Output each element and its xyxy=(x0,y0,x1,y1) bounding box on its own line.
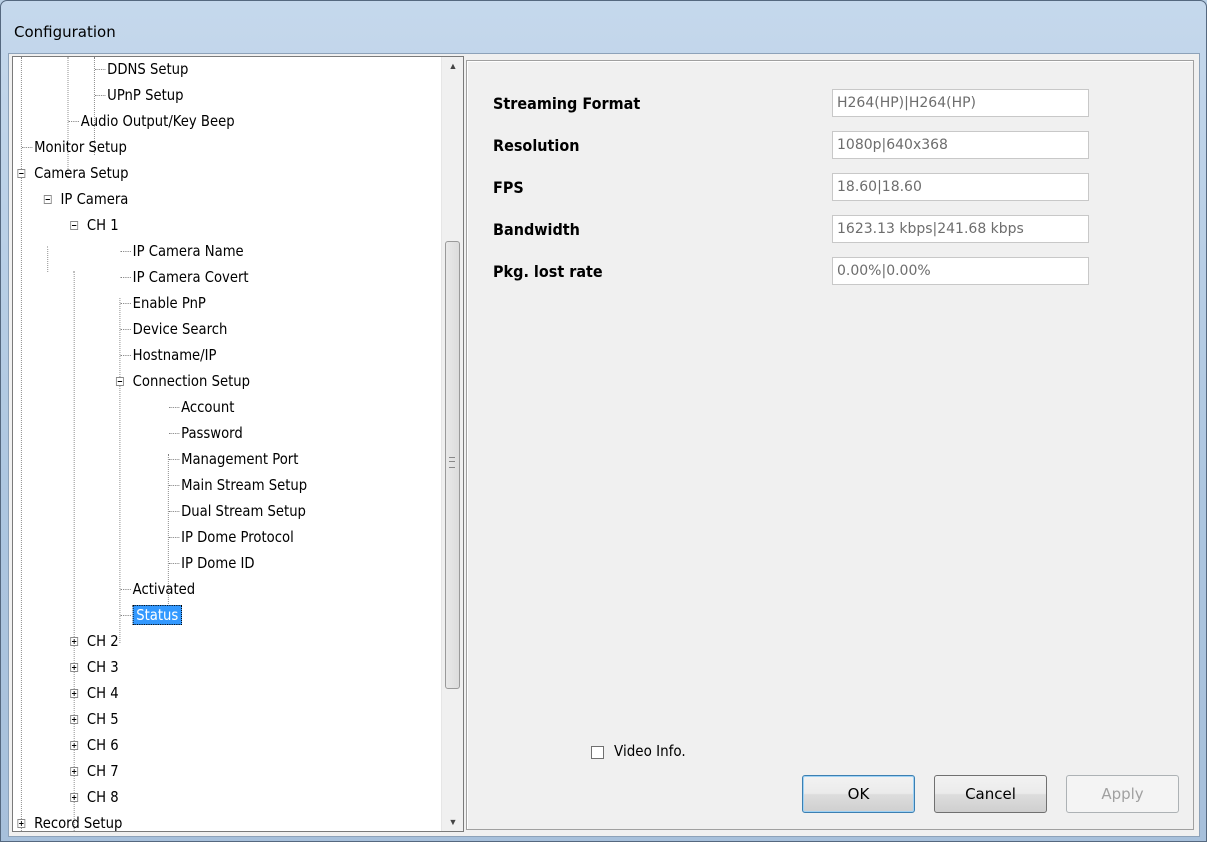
streaming-format-label: Streaming Format xyxy=(493,94,641,113)
fps-value: 18.60|18.60 xyxy=(832,173,1089,201)
bandwidth-label: Bandwidth xyxy=(493,220,580,239)
tree-line xyxy=(94,95,106,96)
tree-line xyxy=(168,537,180,538)
tree-line xyxy=(120,355,131,356)
window-title: Configuration xyxy=(14,23,116,41)
tree-item-ch4[interactable]: CH 4 xyxy=(87,681,119,705)
streaming-format-value: H264(HP)|H264(HP) xyxy=(832,89,1089,117)
tree-item-enable-pnp[interactable]: Enable PnP xyxy=(133,291,206,315)
tree-item-audio-output[interactable]: Audio Output/Key Beep xyxy=(81,109,235,133)
tree-line xyxy=(119,298,121,643)
tree-item-dual-stream-setup[interactable]: Dual Stream Setup xyxy=(181,499,306,523)
collapse-icon[interactable] xyxy=(17,169,26,178)
tree-line xyxy=(168,433,180,434)
tree-item-management-port[interactable]: Management Port xyxy=(181,447,298,471)
dialog-client-area: DDNS Setup UPnP Setup Audio Output/Key B… xyxy=(8,53,1200,837)
status-panel: Streaming Format H264(HP)|H264(HP) Resol… xyxy=(466,60,1194,830)
tree-item-status[interactable]: Status xyxy=(132,603,182,627)
tree-line xyxy=(21,147,33,148)
scrollbar-grip-icon xyxy=(449,457,455,468)
tree-line xyxy=(120,615,131,616)
tree-item-ip-camera-name[interactable]: IP Camera Name xyxy=(133,239,244,263)
tree-item-ch6[interactable]: CH 6 xyxy=(87,733,119,757)
tree-item-ddns-setup[interactable]: DDNS Setup xyxy=(107,57,188,81)
tree-item-camera-setup[interactable]: Camera Setup xyxy=(34,161,128,185)
tree-item-ip-camera-covert[interactable]: IP Camera Covert xyxy=(133,265,249,289)
expand-icon[interactable] xyxy=(70,741,79,750)
tree-item-ip-dome-id[interactable]: IP Dome ID xyxy=(181,551,255,575)
tree-item-hostname-ip[interactable]: Hostname/IP xyxy=(133,343,217,367)
tree-line xyxy=(67,57,69,177)
resolution-label: Resolution xyxy=(493,136,580,155)
tree-line xyxy=(168,407,180,408)
resolution-value: 1080p|640x368 xyxy=(832,131,1089,159)
collapse-icon[interactable] xyxy=(43,195,52,204)
fps-label: FPS xyxy=(493,178,524,197)
collapse-icon[interactable] xyxy=(70,221,79,230)
tree-item-account[interactable]: Account xyxy=(181,395,234,419)
expand-icon[interactable] xyxy=(17,819,26,828)
tree-line xyxy=(120,589,131,590)
ok-button[interactable]: OK xyxy=(802,775,915,813)
tree-item-upnp-setup[interactable]: UPnP Setup xyxy=(107,83,183,107)
expand-icon[interactable] xyxy=(70,793,79,802)
tree-line xyxy=(94,69,106,70)
tree-item-connection-setup[interactable]: Connection Setup xyxy=(133,369,250,393)
tree-item-ip-dome-protocol[interactable]: IP Dome Protocol xyxy=(181,525,294,549)
tree-content: DDNS Setup UPnP Setup Audio Output/Key B… xyxy=(13,57,391,831)
tree-item-activated[interactable]: Activated xyxy=(133,577,195,601)
settings-tree[interactable]: DDNS Setup UPnP Setup Audio Output/Key B… xyxy=(12,56,464,832)
tree-line xyxy=(168,485,180,486)
tree-line xyxy=(168,511,180,512)
tree-line xyxy=(47,246,49,272)
tree-line xyxy=(168,459,180,460)
configuration-window: Configuration DDNS Setup UPnP Setup Audi… xyxy=(0,0,1207,842)
tree-item-device-search[interactable]: Device Search xyxy=(133,317,228,341)
expand-icon[interactable] xyxy=(70,663,79,672)
tree-item-ip-camera[interactable]: IP Camera xyxy=(61,187,129,211)
collapse-icon[interactable] xyxy=(115,377,124,386)
expand-icon[interactable] xyxy=(70,767,79,776)
tree-line xyxy=(120,303,131,304)
pkg-lost-rate-label: Pkg. lost rate xyxy=(493,262,603,281)
tree-item-password[interactable]: Password xyxy=(181,421,243,445)
scroll-up-arrow-icon[interactable]: ▲ xyxy=(442,57,463,75)
tree-line xyxy=(120,251,131,252)
tree-item-ch7[interactable]: CH 7 xyxy=(87,759,119,783)
expand-icon[interactable] xyxy=(70,689,79,698)
apply-button[interactable]: Apply xyxy=(1066,775,1179,813)
video-info-label[interactable]: Video Info. xyxy=(614,742,686,760)
tree-item-monitor-setup[interactable]: Monitor Setup xyxy=(34,135,127,159)
tree-item-record-setup[interactable]: Record Setup xyxy=(34,811,122,831)
tree-line xyxy=(120,329,131,330)
scroll-down-arrow-icon[interactable]: ▼ xyxy=(442,813,463,831)
tree-item-ch8[interactable]: CH 8 xyxy=(87,785,119,809)
video-info-checkbox[interactable] xyxy=(591,746,604,759)
expand-icon[interactable] xyxy=(70,637,79,646)
tree-line xyxy=(168,563,180,564)
tree-line xyxy=(68,121,79,122)
tree-scrollbar[interactable]: ▲ ▼ xyxy=(441,57,463,831)
tree-item-ch2[interactable]: CH 2 xyxy=(87,629,119,653)
tree-item-ch5[interactable]: CH 5 xyxy=(87,707,119,731)
tree-item-main-stream-setup[interactable]: Main Stream Setup xyxy=(181,473,307,497)
tree-item-ch3[interactable]: CH 3 xyxy=(87,655,119,679)
title-bar[interactable]: Configuration xyxy=(1,1,1206,53)
tree-line xyxy=(120,277,131,278)
bandwidth-value: 1623.13 kbps|241.68 kbps xyxy=(832,215,1089,243)
tree-item-ch1[interactable]: CH 1 xyxy=(87,213,119,237)
expand-icon[interactable] xyxy=(70,715,79,724)
cancel-button[interactable]: Cancel xyxy=(934,775,1047,813)
pkg-lost-rate-value: 0.00%|0.00% xyxy=(832,257,1089,285)
